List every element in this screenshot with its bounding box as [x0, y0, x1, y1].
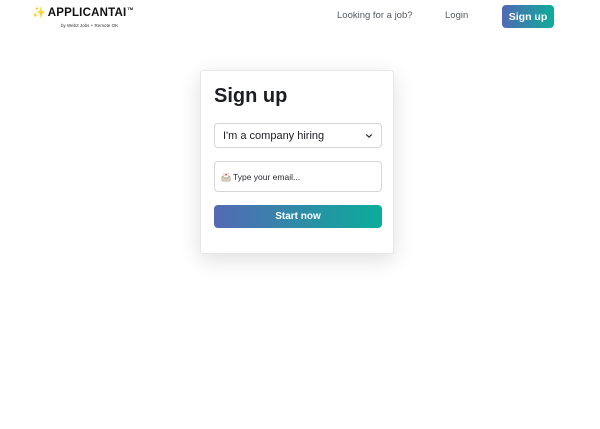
trademark-mark: TM	[127, 6, 134, 11]
header: ✨ APPLICANTAI TM by Web3 Jobs + Remote O…	[0, 0, 600, 36]
start-now-button[interactable]: Start now	[214, 205, 382, 228]
logo[interactable]: ✨ APPLICANTAI TM by Web3 Jobs + Remote O…	[32, 6, 134, 32]
email-input[interactable]	[233, 171, 373, 182]
header-signup-button[interactable]: Sign up	[502, 5, 554, 28]
logo-tagline: by Web3 Jobs + Remote OK	[61, 23, 119, 28]
sparkles-icon: ✨	[32, 7, 46, 19]
nav-login-link[interactable]: Login	[445, 10, 468, 22]
logo-name: APPLICANTAI	[47, 7, 127, 19]
role-select[interactable]: I'm a company hiring	[214, 123, 382, 148]
signup-card: Sign up I'm a company hiring Start now	[200, 70, 394, 254]
role-select-value: I'm a company hiring	[223, 129, 325, 142]
logo-row: ✨ APPLICANTAI TM	[32, 6, 134, 20]
signup-title: Sign up	[214, 85, 288, 107]
chevron-down-icon	[366, 134, 372, 138]
page: ✨ APPLICANTAI TM by Web3 Jobs + Remote O…	[0, 0, 600, 429]
email-field[interactable]	[214, 161, 382, 192]
nav-job-seeker-link[interactable]: Looking for a job?	[337, 10, 413, 22]
envelope-icon	[221, 172, 231, 181]
